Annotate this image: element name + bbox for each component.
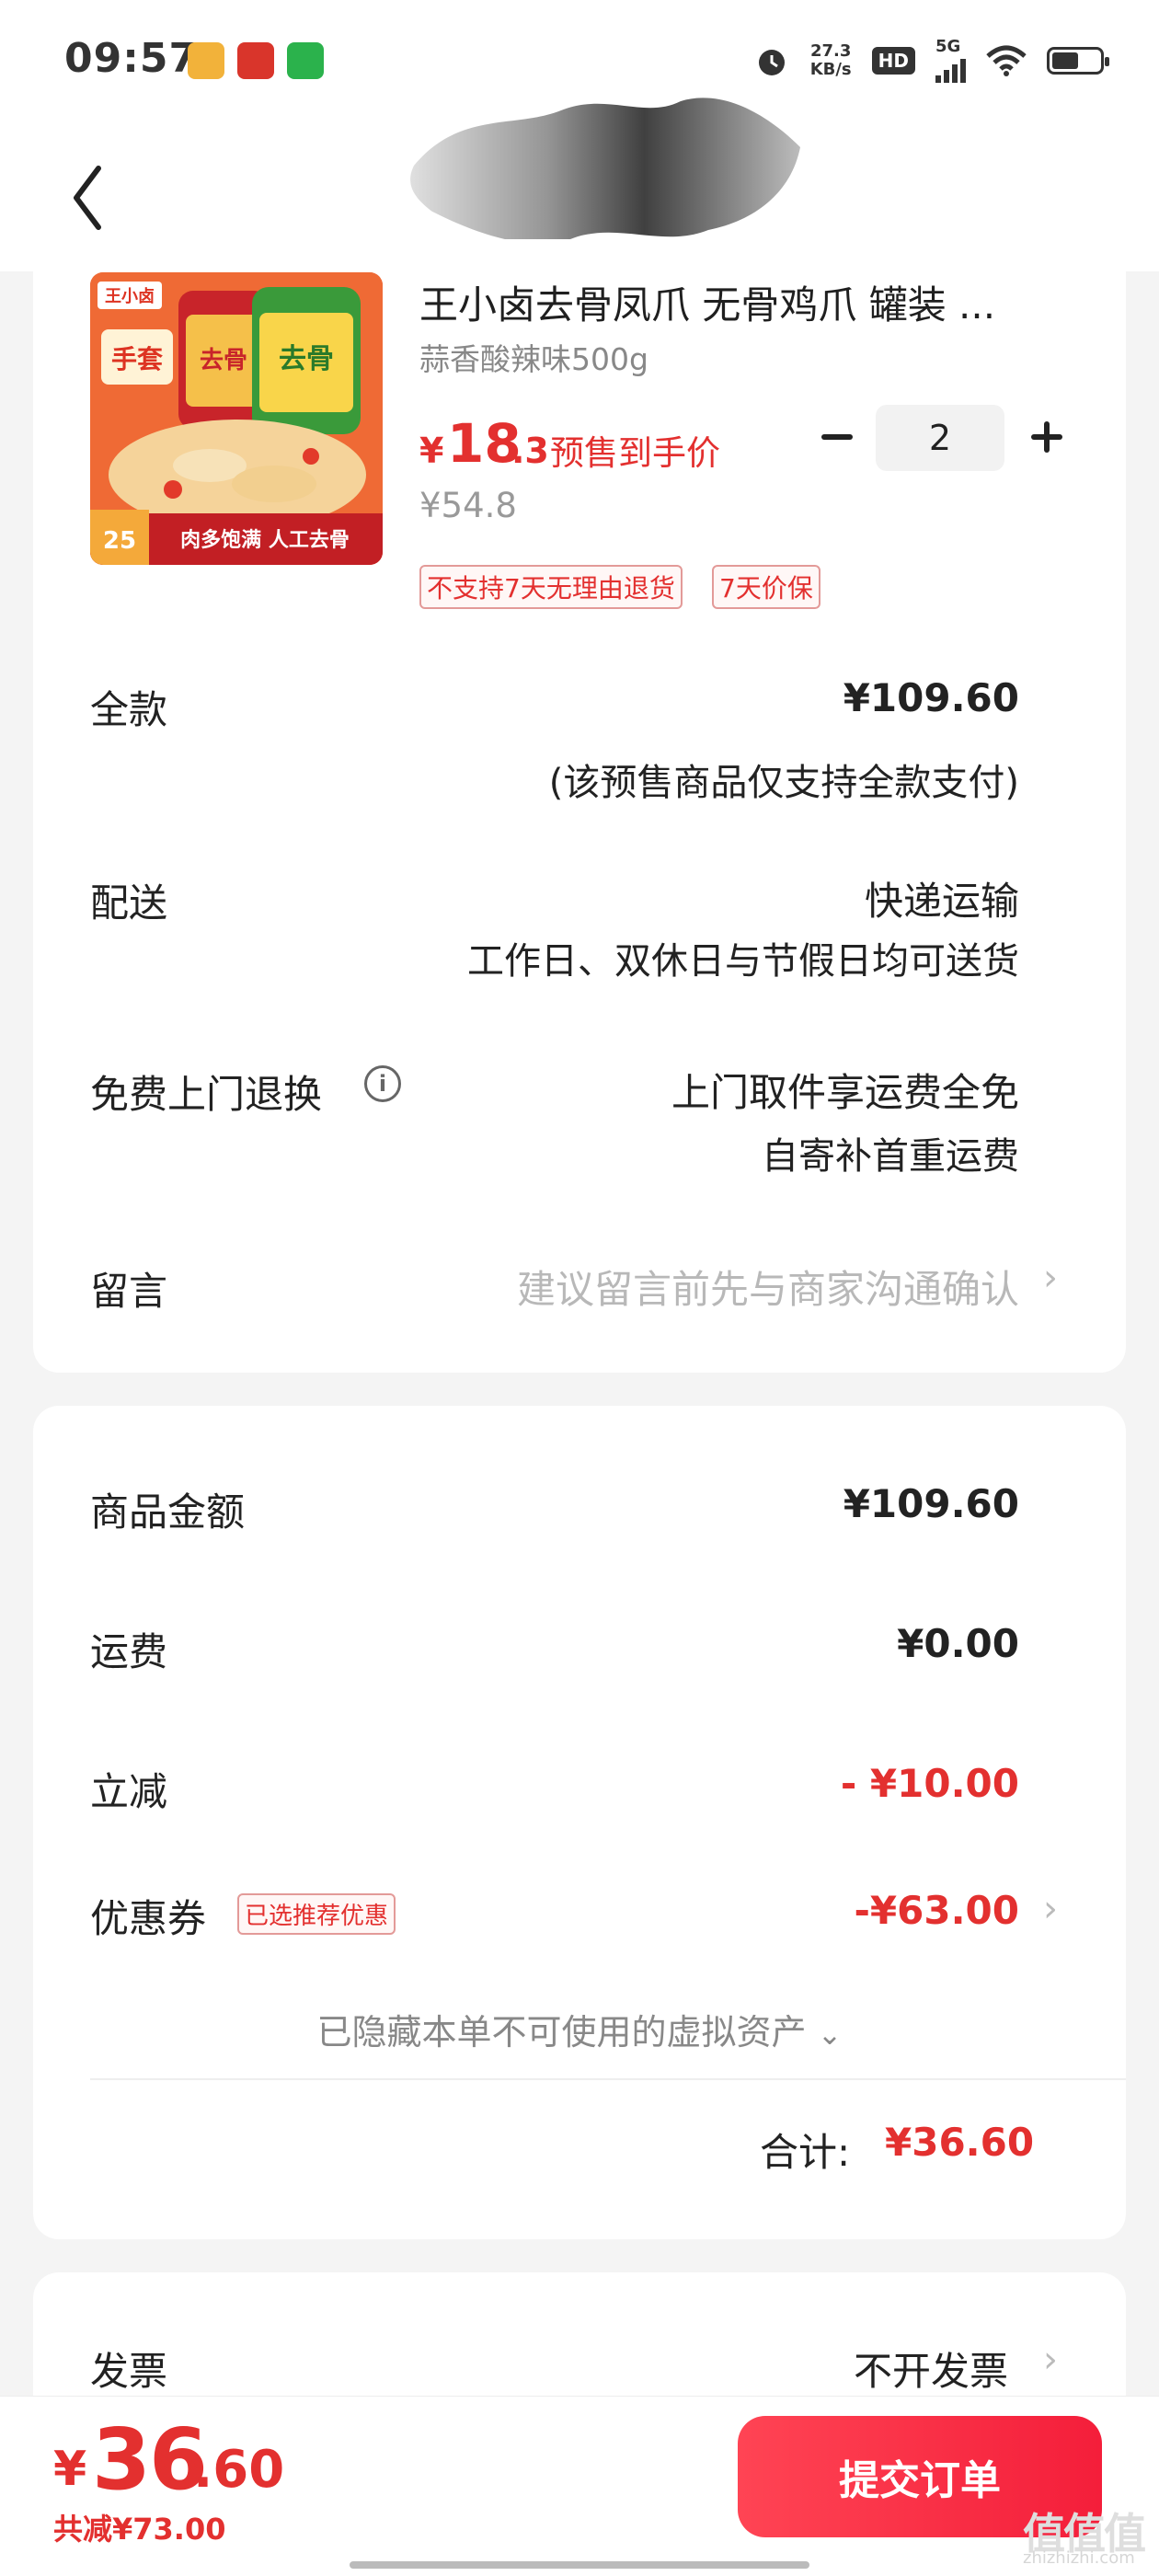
presale-price-decimal: .3	[511, 431, 549, 471]
delivery-method: 快递运输	[864, 879, 1019, 924]
full-payment-value: ¥109.60	[843, 675, 1019, 720]
svg-text:去骨: 去骨	[200, 347, 247, 374]
instant-discount-label: 立减	[90, 1769, 168, 1814]
free-return-value: 上门取件享运费全免	[671, 1070, 1019, 1115]
chevron-left-icon	[74, 166, 101, 230]
notification-app-icon	[188, 42, 224, 79]
full-payment-note: (该预售商品仅支持全款支付)	[548, 762, 1019, 804]
invoice-label: 发票	[90, 2349, 168, 2394]
total-value: ¥36.60	[885, 2120, 1035, 2165]
wifi-icon	[986, 45, 1027, 76]
presale-price-label: 预售到手价	[550, 433, 720, 473]
presale-price-integer: 18	[447, 412, 522, 475]
info-icon[interactable]: i	[364, 1065, 401, 1102]
svg-text:去骨: 去骨	[279, 343, 334, 375]
price-protection-tag: 7天价保	[712, 565, 820, 609]
hd-icon: HD	[871, 47, 915, 75]
wechat-icon	[287, 42, 324, 79]
quantity-decrease-button[interactable]	[809, 405, 865, 469]
status-indicators: 27.3 KB/s HD 5G	[753, 37, 1109, 85]
quantity-increase-button[interactable]	[1019, 405, 1074, 469]
product-image[interactable]: 王小卤 手套 去骨 去骨 25 肉多饱满 人工去骨	[90, 272, 383, 565]
goods-amount-value: ¥109.60	[843, 1481, 1019, 1526]
chevron-right-icon[interactable]: ›	[1043, 1888, 1058, 1930]
divider	[90, 2078, 1126, 2080]
payable-amount-decimal: .60	[193, 2440, 285, 2500]
back-button[interactable]	[55, 156, 120, 239]
home-indicator[interactable]	[350, 2561, 809, 2569]
total-saved: 共减¥73.00	[53, 2512, 226, 2547]
watermark-site: zhizhizhi.com	[1023, 2548, 1135, 2568]
free-return-note: 自寄补首重运费	[762, 1135, 1019, 1178]
chevron-right-icon[interactable]: ›	[1043, 2339, 1058, 2381]
original-price: ¥54.8	[419, 486, 517, 525]
goods-amount-label: 商品金额	[90, 1489, 246, 1535]
coupon-value[interactable]: -¥63.00	[854, 1888, 1019, 1933]
instant-discount-value: - ¥10.00	[840, 1761, 1019, 1806]
svg-text:肉多饱满 人工去骨: 肉多饱满 人工去骨	[180, 528, 350, 552]
battery-icon	[1047, 47, 1109, 75]
quantity-value[interactable]: 2	[876, 405, 1004, 471]
cell-signal-icon: 5G	[935, 39, 966, 83]
network-speed: 27.3 KB/s	[809, 41, 852, 79]
coupon-recommended-badge: 已选推荐优惠	[237, 1893, 396, 1935]
svg-text:25: 25	[103, 527, 136, 555]
redacted-store-name	[410, 98, 800, 244]
alarm-icon	[758, 50, 785, 75]
coupon-label: 优惠券	[90, 1896, 207, 1941]
total-label: 合计:	[760, 2130, 851, 2175]
delivery-note: 工作日、双休日与节假日均可送货	[467, 940, 1019, 983]
free-return-label: 免费上门退换	[90, 1072, 323, 1117]
chevron-down-icon: ⌄	[817, 2017, 843, 2052]
product-name[interactable]: 王小卤去骨凤爪 无骨鸡爪 罐装 ...	[419, 274, 1063, 330]
notification-app-icon	[237, 42, 274, 79]
hidden-virtual-assets-toggle[interactable]: 已隐藏本单不可使用的虚拟资产 ⌄	[0, 2004, 1159, 2054]
delivery-label: 配送	[90, 880, 168, 926]
full-payment-label: 全款	[90, 687, 168, 732]
shipping-label: 运费	[90, 1629, 168, 1674]
message-label: 留言	[90, 1269, 168, 1314]
product-variant: 蒜香酸辣味500g	[419, 341, 648, 377]
status-time: 09:57	[64, 35, 199, 82]
hidden-assets-text: 已隐藏本单不可使用的虚拟资产	[316, 2012, 807, 2053]
svg-text:王小卤: 王小卤	[105, 286, 155, 306]
message-input[interactable]: 建议留言前先与商家沟通确认	[517, 1259, 1019, 1315]
chevron-right-icon[interactable]: ›	[1043, 1257, 1058, 1299]
invoice-value[interactable]: 不开发票	[854, 2340, 1008, 2397]
payable-symbol: ¥	[53, 2442, 87, 2497]
no-7day-return-tag: 不支持7天无理由退货	[419, 565, 683, 609]
price-symbol: ¥	[419, 431, 444, 471]
payable-amount-integer: 36	[92, 2410, 208, 2509]
shipping-value: ¥0.00	[897, 1621, 1019, 1666]
svg-text:手套: 手套	[111, 344, 164, 374]
